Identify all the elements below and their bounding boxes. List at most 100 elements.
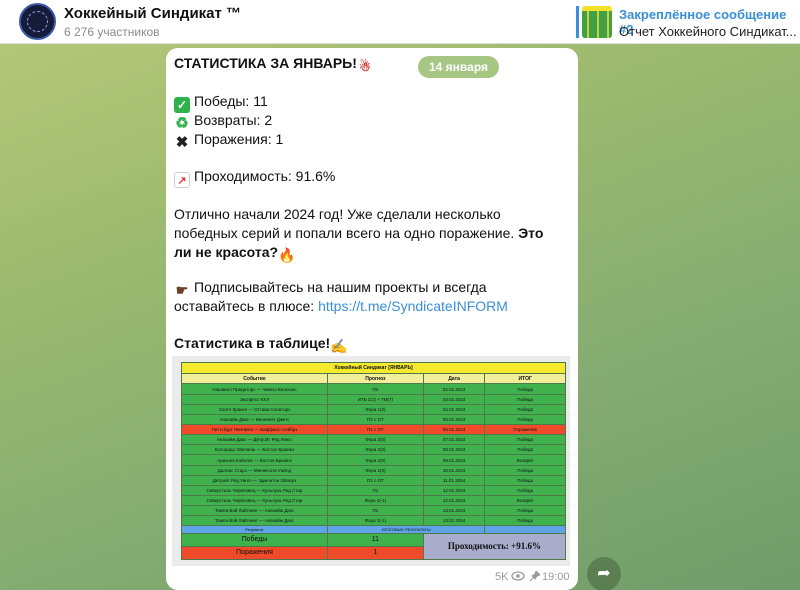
summary-empty (484, 525, 566, 534)
table-cell: Победа (484, 393, 566, 405)
returns-text: Возвраты: 2 (194, 112, 273, 128)
channel-link[interactable]: https://t.me/SyndicateINFORM (318, 298, 508, 314)
table-cell: 10.01.2024 (422, 464, 486, 476)
forward-arrow-icon[interactable]: ➦ (587, 557, 621, 590)
table-cell: 04.01.2024 (422, 403, 486, 415)
table-cell: 07.01.2024 (422, 434, 486, 446)
table-header: Прогноз (326, 372, 424, 385)
writing-hand-icon: ✍ (330, 338, 348, 354)
headline-text: СТАТИСТИКА ЗА ЯНВАРЬ! (174, 55, 357, 71)
channel-title[interactable]: Хоккейный Синдикат ™ (64, 5, 241, 22)
table-row: Анахайм Дакс — Виннипег Джетс П2 с ОТ 05.0… (181, 413, 566, 426)
table-cell: П1 (326, 505, 424, 517)
subscribe-line2-text: оставайтесь в плюсе: (174, 298, 315, 314)
table-summary-row: Результат ИТОГОВЫЕ РЕЗУЛЬТАТЫ (181, 525, 566, 534)
table-row: Северсталь Череповец — Куньлунь Ред Стар… (181, 495, 566, 507)
pinned-message-text[interactable]: Отчет Хоккейного Синдикат... (619, 24, 797, 39)
passability-text: Проходимость: 91.6% (194, 168, 336, 184)
table-cell: Победа (484, 403, 566, 415)
table-cell: Аризона Койотис — Бостон Брюинз (181, 454, 328, 466)
summary-title: ИТОГОВЫЕ РЕЗУЛЬТАТЫ (326, 525, 486, 534)
stat-passability: ↗ Проходимость: 91.6% (174, 166, 335, 188)
table-header: Дата (422, 372, 486, 385)
table-cell: Тампа-Бэй Лайтнинг — Анахайм Дакс (181, 515, 328, 527)
table-cell: П1 с ОТ (326, 424, 424, 436)
table-cell: Победа (484, 444, 566, 456)
foot-wins-label: Победы (181, 532, 328, 547)
summary-label: Результат (181, 525, 328, 534)
table-caption: Статистика в таблице!✍ (174, 333, 350, 354)
message-time: 19:00 (542, 571, 570, 583)
table-row: Северсталь Череповец — Куньлунь Ред Стар… (181, 484, 566, 497)
table-foot-wins-row: Победы 11 Проходимость: +91.6% (181, 532, 567, 561)
table-cell: ИТБ 2(1) + ТМ(7) (326, 393, 424, 405)
table-cell: 06.01.2024 (422, 424, 486, 436)
table-row: Тампа-Бэй Лайтнинг — Анахайм Дакс П1 13.01… (181, 505, 566, 517)
chart-up-icon: ↗ (174, 172, 190, 188)
table-header: ИТОГ (484, 372, 566, 385)
table-row: Анахайм Дакс — Детройт Ред Уингз Фора 2(0… (181, 434, 566, 446)
table-cell: Победа (484, 484, 566, 497)
table-cell: Победа (484, 505, 566, 517)
avatar-emblem (27, 11, 48, 32)
table-cell: Детройт Ред Уингз — Эдмонтон Ойлерз (181, 474, 328, 486)
table-cell: Возврат (484, 495, 566, 507)
pin-icon (529, 570, 541, 584)
table-cell: Фора 1(-1) (326, 515, 424, 527)
table-caption-text: Статистика в таблице! (174, 335, 331, 351)
wins-text: Победы: 11 (194, 93, 268, 109)
eye-icon (511, 571, 525, 584)
table-cell: П1 (326, 484, 424, 497)
subscribe-line2: оставайтесь в плюсе: https://t.me/Syndic… (174, 296, 508, 316)
table-cell: Победа (484, 413, 566, 426)
table-cell: П2 с ОТ (326, 413, 424, 426)
santa-icon: ☃ (359, 59, 371, 74)
subscribe-line1: ☛ Подписывайтесь на нашим проекты и всегд… (174, 277, 487, 298)
table-cell: 11.01.2024 (422, 474, 486, 486)
para1-line2-bold: Это (514, 225, 544, 241)
table-row: Колорадо Эвеланш — Бостон Брюинз Фора 2(0… (181, 444, 566, 456)
table-cell: Победа (484, 434, 566, 446)
post-headline: СТАТИСТИКА ЗА ЯНВАРЬ! ☃ (174, 53, 377, 75)
table-cell: Фора 1(0) (326, 403, 424, 415)
table-cell: 12.01.2024 (422, 495, 486, 507)
table-cell: 05.01.2024 (422, 413, 486, 426)
foot-losses-label: Поражения (181, 545, 328, 561)
para1-line3: ли не красота?🔥 (174, 242, 298, 263)
table-cell: Фора 1(-1) (326, 495, 424, 507)
table-cell: 12.01.2024 (422, 484, 486, 497)
para1-line1: Отлично начали 2024 год! Уже сделали нес… (174, 206, 501, 222)
table-header: Событие (181, 372, 328, 385)
table-cell: П1 (326, 383, 424, 395)
para1-line2-normal: победных серий и попали всего на одно по… (174, 225, 515, 241)
table-cell: Колорадо Эвеланш — Бостон Брюинз (181, 444, 328, 456)
foot-wins-value: 11 (326, 532, 424, 547)
table-row: Даллас Старз — Миннесота Уайлд Фора 1(0) 1… (181, 464, 566, 476)
table-row: Аризона Койотис — Бостон Брюинз Фора 2(0)… (181, 454, 566, 466)
stat-losses: ✖ Поражения: 1 (174, 129, 284, 151)
subscribe-line1-text: Подписывайтесь на нашим проекты и всегда (194, 279, 487, 295)
channel-avatar[interactable] (19, 3, 56, 40)
table-cell: 08.01.2024 (422, 444, 486, 456)
table-cell: Тампа-Бэй Лайтнинг — Анахайм Дакс (181, 505, 328, 517)
table-cell: Победа (484, 474, 566, 486)
table-cell: Победа (484, 515, 566, 527)
table-title: Хоккейный Синдикат [ЯНВАРЬ] (181, 362, 566, 374)
pinned-thumbnail[interactable] (582, 6, 612, 38)
table-cell: Питтсбург Пингвинз — Баффало Сейбрз (181, 424, 328, 436)
table-row: Детройт Ред Уингз — Эдмонтон Ойлерз П2 с … (181, 474, 566, 486)
date-badge: 14 января (418, 56, 499, 78)
para1-line3-bold: ли не красота? (174, 244, 279, 260)
foot-losses-value: 1 (326, 545, 424, 561)
subscriber-count: 6 276 участников (64, 25, 160, 39)
table-cell: Экспресс КХЛ (181, 393, 328, 405)
table-cell: Анахайм Дакс — Виннипег Джетс (181, 413, 328, 426)
channel-header: Хоккейный Синдикат ™ 6 276 участников За… (0, 0, 800, 44)
table-cell: П2 с ОТ (326, 474, 424, 486)
table-cell: 09.01.2024 (422, 454, 486, 466)
para1-line2: победных серий и попали всего на одно по… (174, 223, 543, 243)
table-row: Нашвилл Предаторс — Чикаго Блэкхокс П1 02.… (181, 383, 566, 395)
table-row: Сиэтл Кракен — Оттава Сенаторз Фора 1(0) 0… (181, 403, 566, 415)
stats-table: Хоккейный Синдикат [ЯНВАРЬ] Событие Прог… (181, 362, 567, 561)
table-cell: Победа (484, 464, 566, 476)
